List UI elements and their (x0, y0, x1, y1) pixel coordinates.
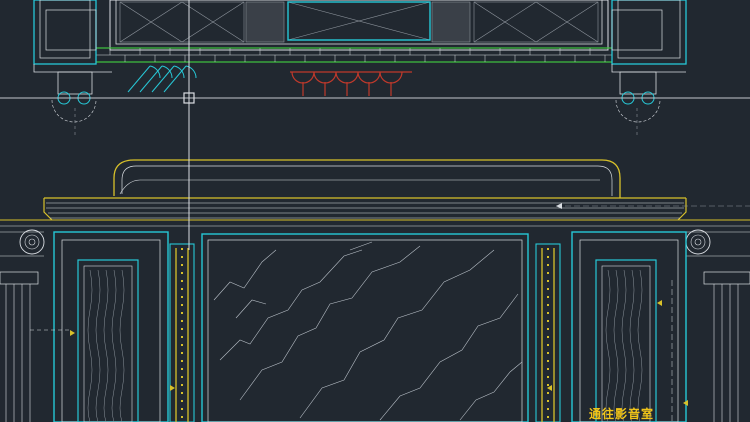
annotation-label: 通往影音室 (589, 407, 655, 421)
cad-drawing-canvas[interactable] (0, 0, 750, 422)
